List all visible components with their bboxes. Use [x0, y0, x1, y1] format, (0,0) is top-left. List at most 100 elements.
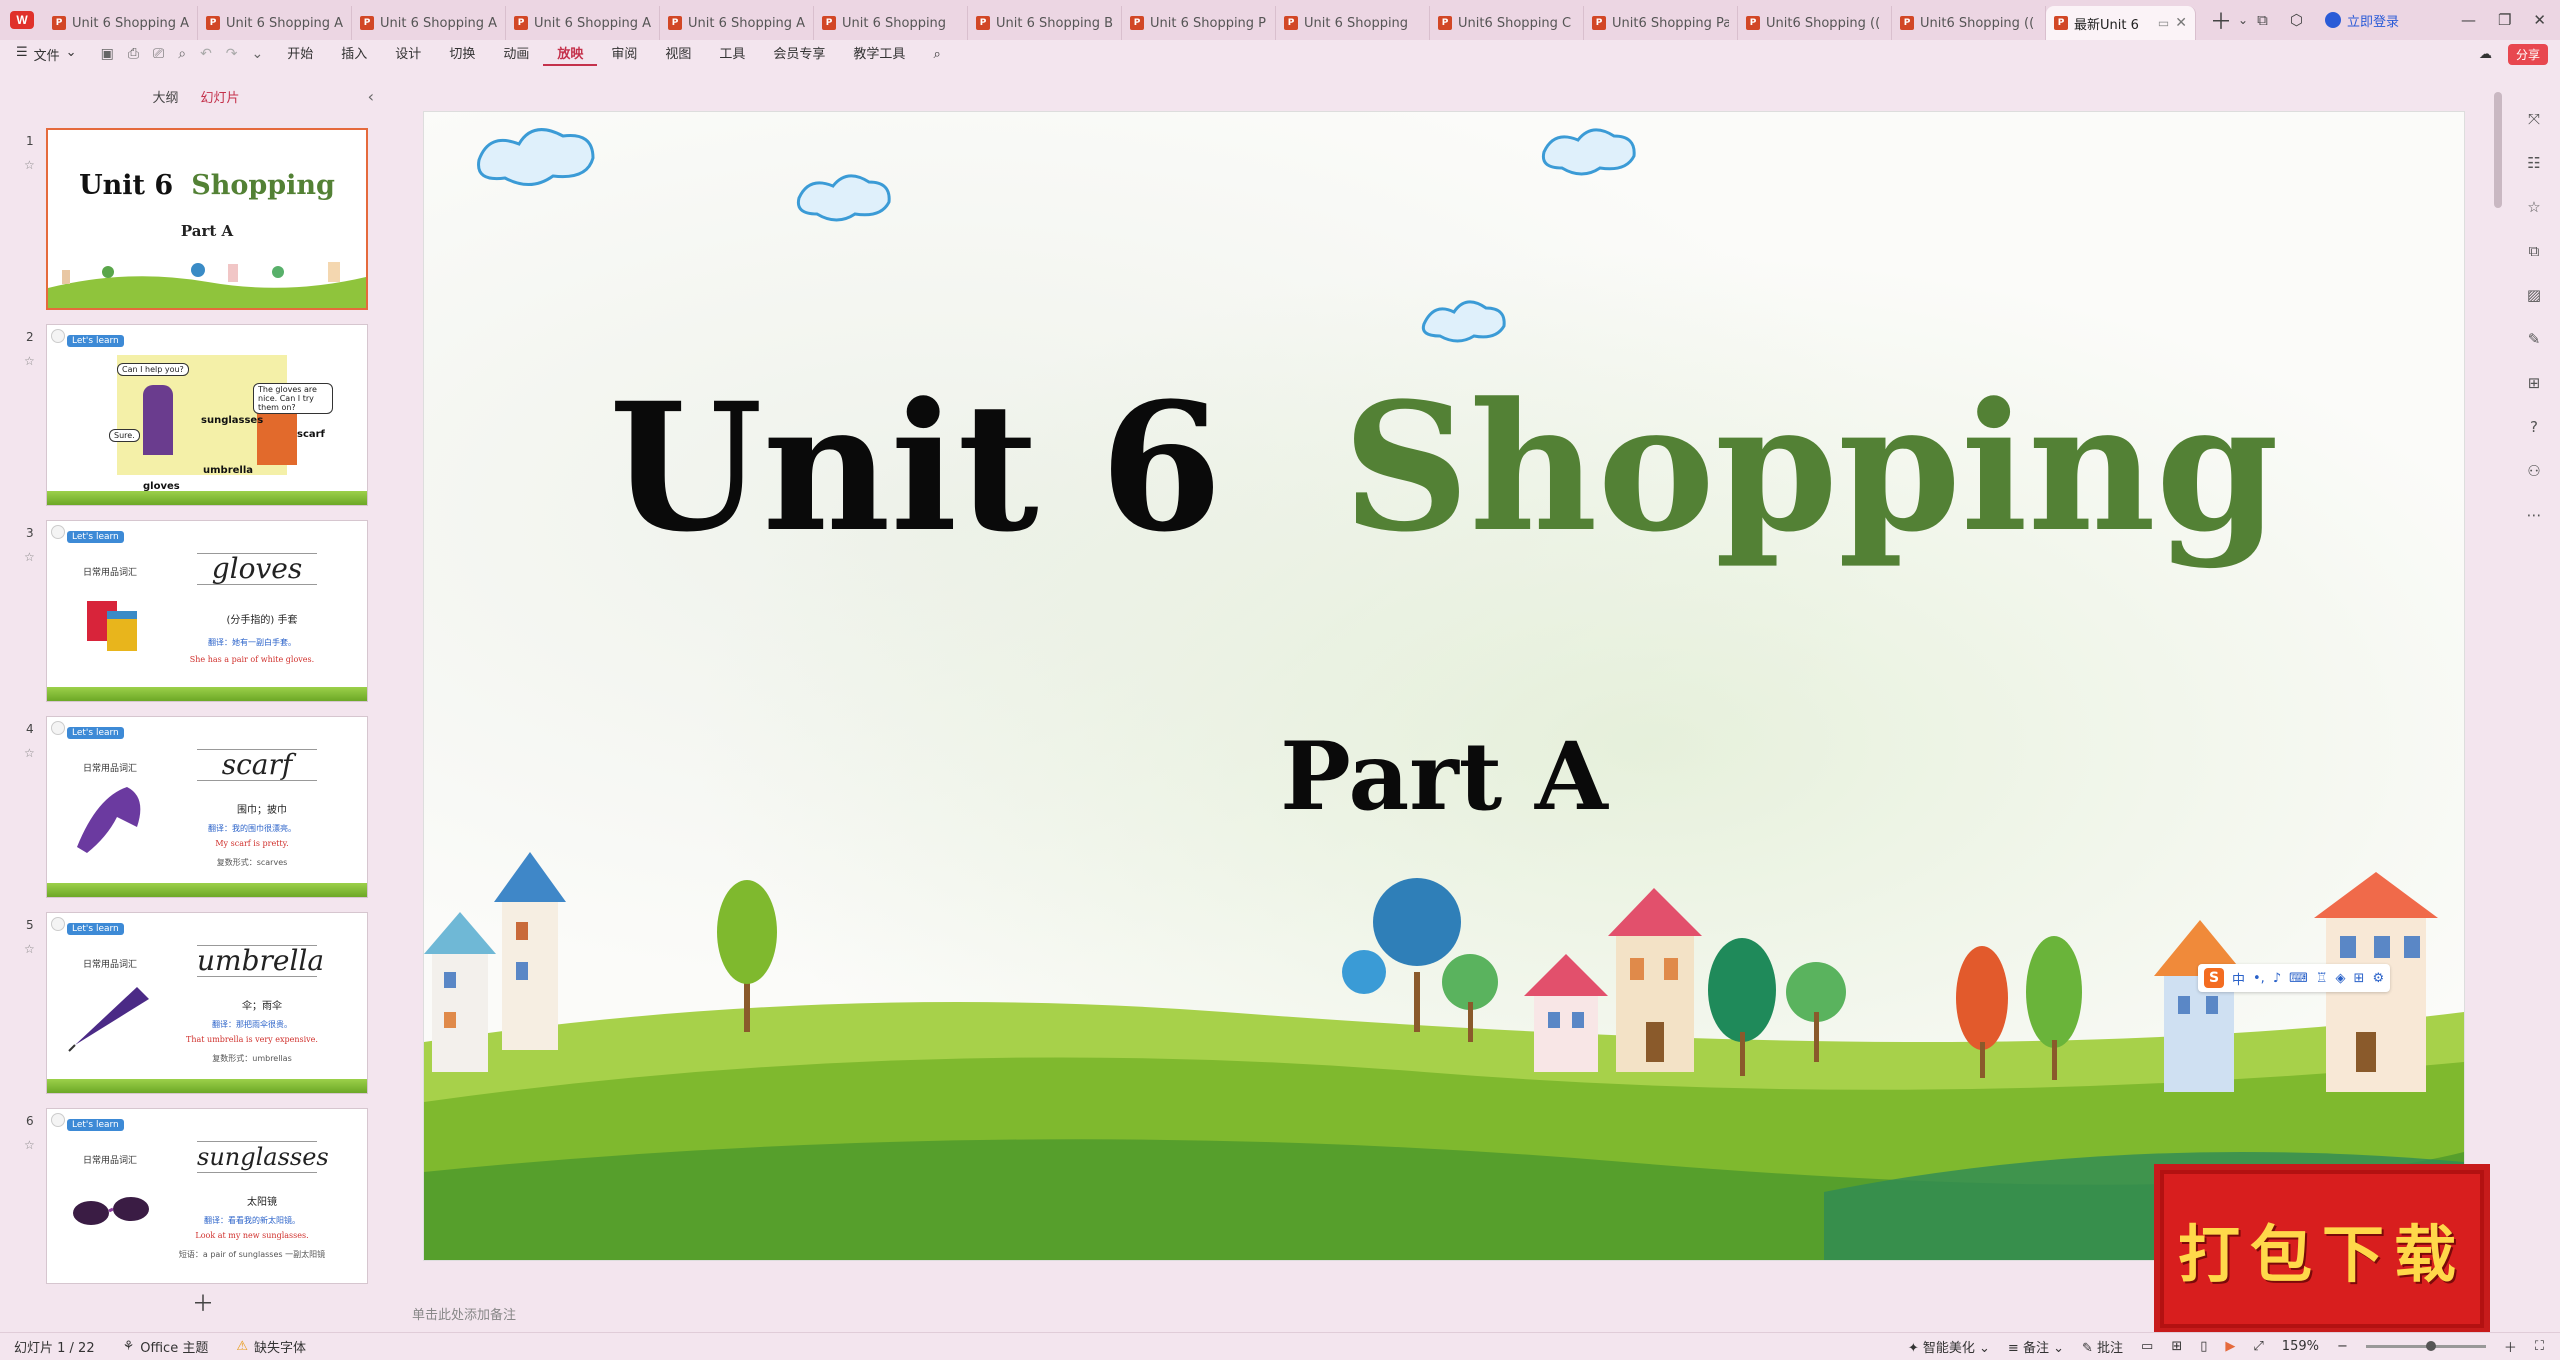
star-icon[interactable]: ☆	[2527, 198, 2540, 216]
star-icon[interactable]: ☆	[24, 550, 35, 564]
beautify-button[interactable]: ✦ 智能美化 ⌄	[1908, 1337, 1990, 1356]
star-icon[interactable]: ☆	[24, 942, 35, 956]
comments-button[interactable]: ✎ 批注	[2082, 1337, 2123, 1356]
new-tab-button[interactable]: ＋	[2210, 4, 2232, 36]
reading-view-icon[interactable]: ▯	[2200, 1339, 2207, 1354]
notes-button[interactable]: ≡ 备注 ⌄	[2008, 1337, 2064, 1356]
collapse-panel-icon[interactable]: ‹	[368, 87, 374, 106]
fit-window-icon[interactable]: ⤢	[2253, 1339, 2263, 1354]
copy-icon[interactable]: ⧉	[2529, 242, 2540, 260]
slide-sorter-icon[interactable]: ⊞	[2171, 1339, 2182, 1354]
tab-outline[interactable]: 大纲	[152, 87, 178, 106]
document-tab[interactable]: P Unit6 Shopping ((	[1738, 6, 1892, 40]
add-slide-button[interactable]: ＋	[192, 1286, 214, 1318]
play-slideshow-icon[interactable]: ▶	[2225, 1339, 2235, 1354]
slide-thumbnail-3[interactable]: Let's learn 日常用品词汇 gloves (分手指的) 手套 翻译：她…	[46, 520, 368, 702]
star-icon[interactable]: ☆	[24, 158, 35, 172]
tab-slides[interactable]: 幻灯片	[201, 87, 240, 106]
sliders-icon[interactable]: ☷	[2527, 154, 2540, 172]
wps-logo-icon[interactable]: W	[0, 0, 44, 40]
zoom-out-icon[interactable]: −	[2337, 1339, 2348, 1354]
slide-thumbnail-2[interactable]: Let's learn Can I help you? The gloves a…	[46, 324, 368, 506]
document-tab[interactable]: P Unit 6 Shopping A	[660, 6, 814, 40]
monitor-icon[interactable]: ▭	[2158, 16, 2169, 30]
share-people-icon[interactable]: ⚇	[2527, 462, 2540, 480]
document-tab[interactable]: P Unit 6 Shopping A	[198, 6, 352, 40]
restore-window-icon[interactable]: ⧉	[2257, 11, 2268, 29]
menu-tab[interactable]: 审阅	[597, 43, 651, 66]
keyboard-icon[interactable]: ⌨	[2289, 971, 2308, 986]
document-tab[interactable]: P Unit 6 Shopping A	[352, 6, 506, 40]
minimize-icon[interactable]: —	[2461, 11, 2476, 29]
print-preview-icon[interactable]: ⌕	[178, 46, 186, 62]
menu-tab[interactable]: 教学工具	[839, 43, 919, 66]
share-button[interactable]: 分享	[2507, 43, 2548, 65]
theme-button[interactable]: ⚘ Office 主题	[109, 1337, 223, 1356]
shirt-icon[interactable]: ♖	[2316, 971, 2328, 986]
microphone-icon[interactable]: ♪	[2273, 971, 2281, 986]
download-package-badge[interactable]: 打包下载	[2160, 1170, 2484, 1328]
star-icon[interactable]: ☆	[24, 354, 35, 368]
document-tab[interactable]: P Unit6 Shopping ((	[1892, 6, 2046, 40]
menu-tab[interactable]: 设计	[381, 43, 435, 66]
login-button[interactable]: 立即登录	[2324, 11, 2399, 30]
fullscreen-icon[interactable]: ⛶	[2535, 1339, 2544, 1354]
slide-title[interactable]: Unit 6 Shopping	[424, 380, 2464, 556]
image-icon[interactable]: ▨	[2527, 286, 2541, 304]
print-icon[interactable]: ⎚	[153, 46, 164, 62]
menu-tab[interactable]: 切换	[435, 43, 489, 66]
active-document-tab[interactable]: P 最新Unit 6 ▭ ✕	[2046, 6, 2196, 40]
document-tab[interactable]: P Unit 6 Shopping A	[506, 6, 660, 40]
file-menu[interactable]: ☰ 文件 ⌄	[0, 45, 91, 64]
vertical-scrollbar[interactable]	[2494, 92, 2502, 208]
grid-icon[interactable]: ⊞	[2354, 971, 2365, 986]
redo-icon[interactable]: ↷	[226, 46, 238, 62]
transform-icon[interactable]: ⤧	[2528, 110, 2540, 128]
search-icon[interactable]: ⌕	[919, 47, 954, 62]
slide-subtitle[interactable]: Part A	[424, 722, 2464, 832]
document-tab[interactable]: P Unit 6 Shopping	[814, 6, 968, 40]
menu-tab[interactable]: 开始	[273, 43, 327, 66]
sogou-logo-icon[interactable]: S	[2204, 968, 2224, 988]
zoom-slider-knob[interactable]	[2426, 1341, 2437, 1351]
document-tab[interactable]: P Unit 6 Shopping P	[1122, 6, 1276, 40]
export-pdf-icon[interactable]: ⎙	[128, 46, 139, 62]
cloud-sync-icon[interactable]: ☁	[2479, 47, 2492, 62]
document-tab[interactable]: P Unit 6 Shopping B	[968, 6, 1122, 40]
magic-wand-icon[interactable]: ✎	[2528, 330, 2541, 348]
menu-tab[interactable]: 插入	[327, 43, 381, 66]
missing-font-button[interactable]: ⚠ 缺失字体	[222, 1337, 320, 1356]
star-icon[interactable]: ☆	[24, 1138, 35, 1152]
zoom-level[interactable]: 159%	[2282, 1339, 2319, 1354]
more-chevron-icon[interactable]: ⌄	[252, 46, 264, 62]
star-icon[interactable]: ☆	[24, 746, 35, 760]
document-tab[interactable]: P Unit 6 Shopping	[1276, 6, 1430, 40]
help-icon[interactable]: ?	[2530, 418, 2538, 436]
bookmark-icon[interactable]: ⊞	[2528, 374, 2541, 392]
more-icon[interactable]: ⋯	[2527, 506, 2542, 524]
settings-icon[interactable]: ⚙	[2372, 971, 2384, 986]
undo-icon[interactable]: ↶	[200, 46, 212, 62]
slide-thumbnail-1[interactable]: Unit 6 Shopping Part A	[46, 128, 368, 310]
slide-thumbnail-4[interactable]: Let's learn 日常用品词汇 scarf 围巾；披巾 翻译：我的围巾很漂…	[46, 716, 368, 898]
punctuation-icon[interactable]: •,	[2253, 971, 2265, 986]
current-slide[interactable]: Unit 6 Shopping Part A	[424, 112, 2464, 1260]
menu-tab[interactable]: 工具	[705, 43, 759, 66]
slide-thumbnail-6[interactable]: Let's learn 日常用品词汇 sunglasses 太阳镜 翻译：看看我…	[46, 1108, 368, 1284]
tab-list-chevron-icon[interactable]: ⌄	[2238, 13, 2248, 27]
notes-placeholder[interactable]: 单击此处添加备注	[412, 1304, 516, 1323]
normal-view-icon[interactable]: ▭	[2141, 1339, 2153, 1354]
menu-tab[interactable]: 会员专享	[759, 43, 839, 66]
close-window-icon[interactable]: ✕	[2533, 11, 2546, 29]
zoom-in-icon[interactable]: ＋	[2504, 1337, 2517, 1356]
ime-mode[interactable]: 中	[2232, 969, 2245, 988]
menu-tab[interactable]: 视图	[651, 43, 705, 66]
slide-thumbnail-5[interactable]: Let's learn 日常用品词汇 umbrella 伞；雨伞 翻译：那把雨伞…	[46, 912, 368, 1094]
close-tab-icon[interactable]: ✕	[2175, 15, 2187, 31]
document-tab[interactable]: P Unit6 Shopping Pa	[1584, 6, 1738, 40]
cube-icon[interactable]: ⬡	[2290, 11, 2303, 29]
menu-tab[interactable]: 动画	[489, 43, 543, 66]
maximize-icon[interactable]: ❐	[2498, 11, 2511, 29]
document-tab[interactable]: P Unit 6 Shopping A	[44, 6, 198, 40]
save-icon[interactable]: ▣	[101, 46, 114, 62]
